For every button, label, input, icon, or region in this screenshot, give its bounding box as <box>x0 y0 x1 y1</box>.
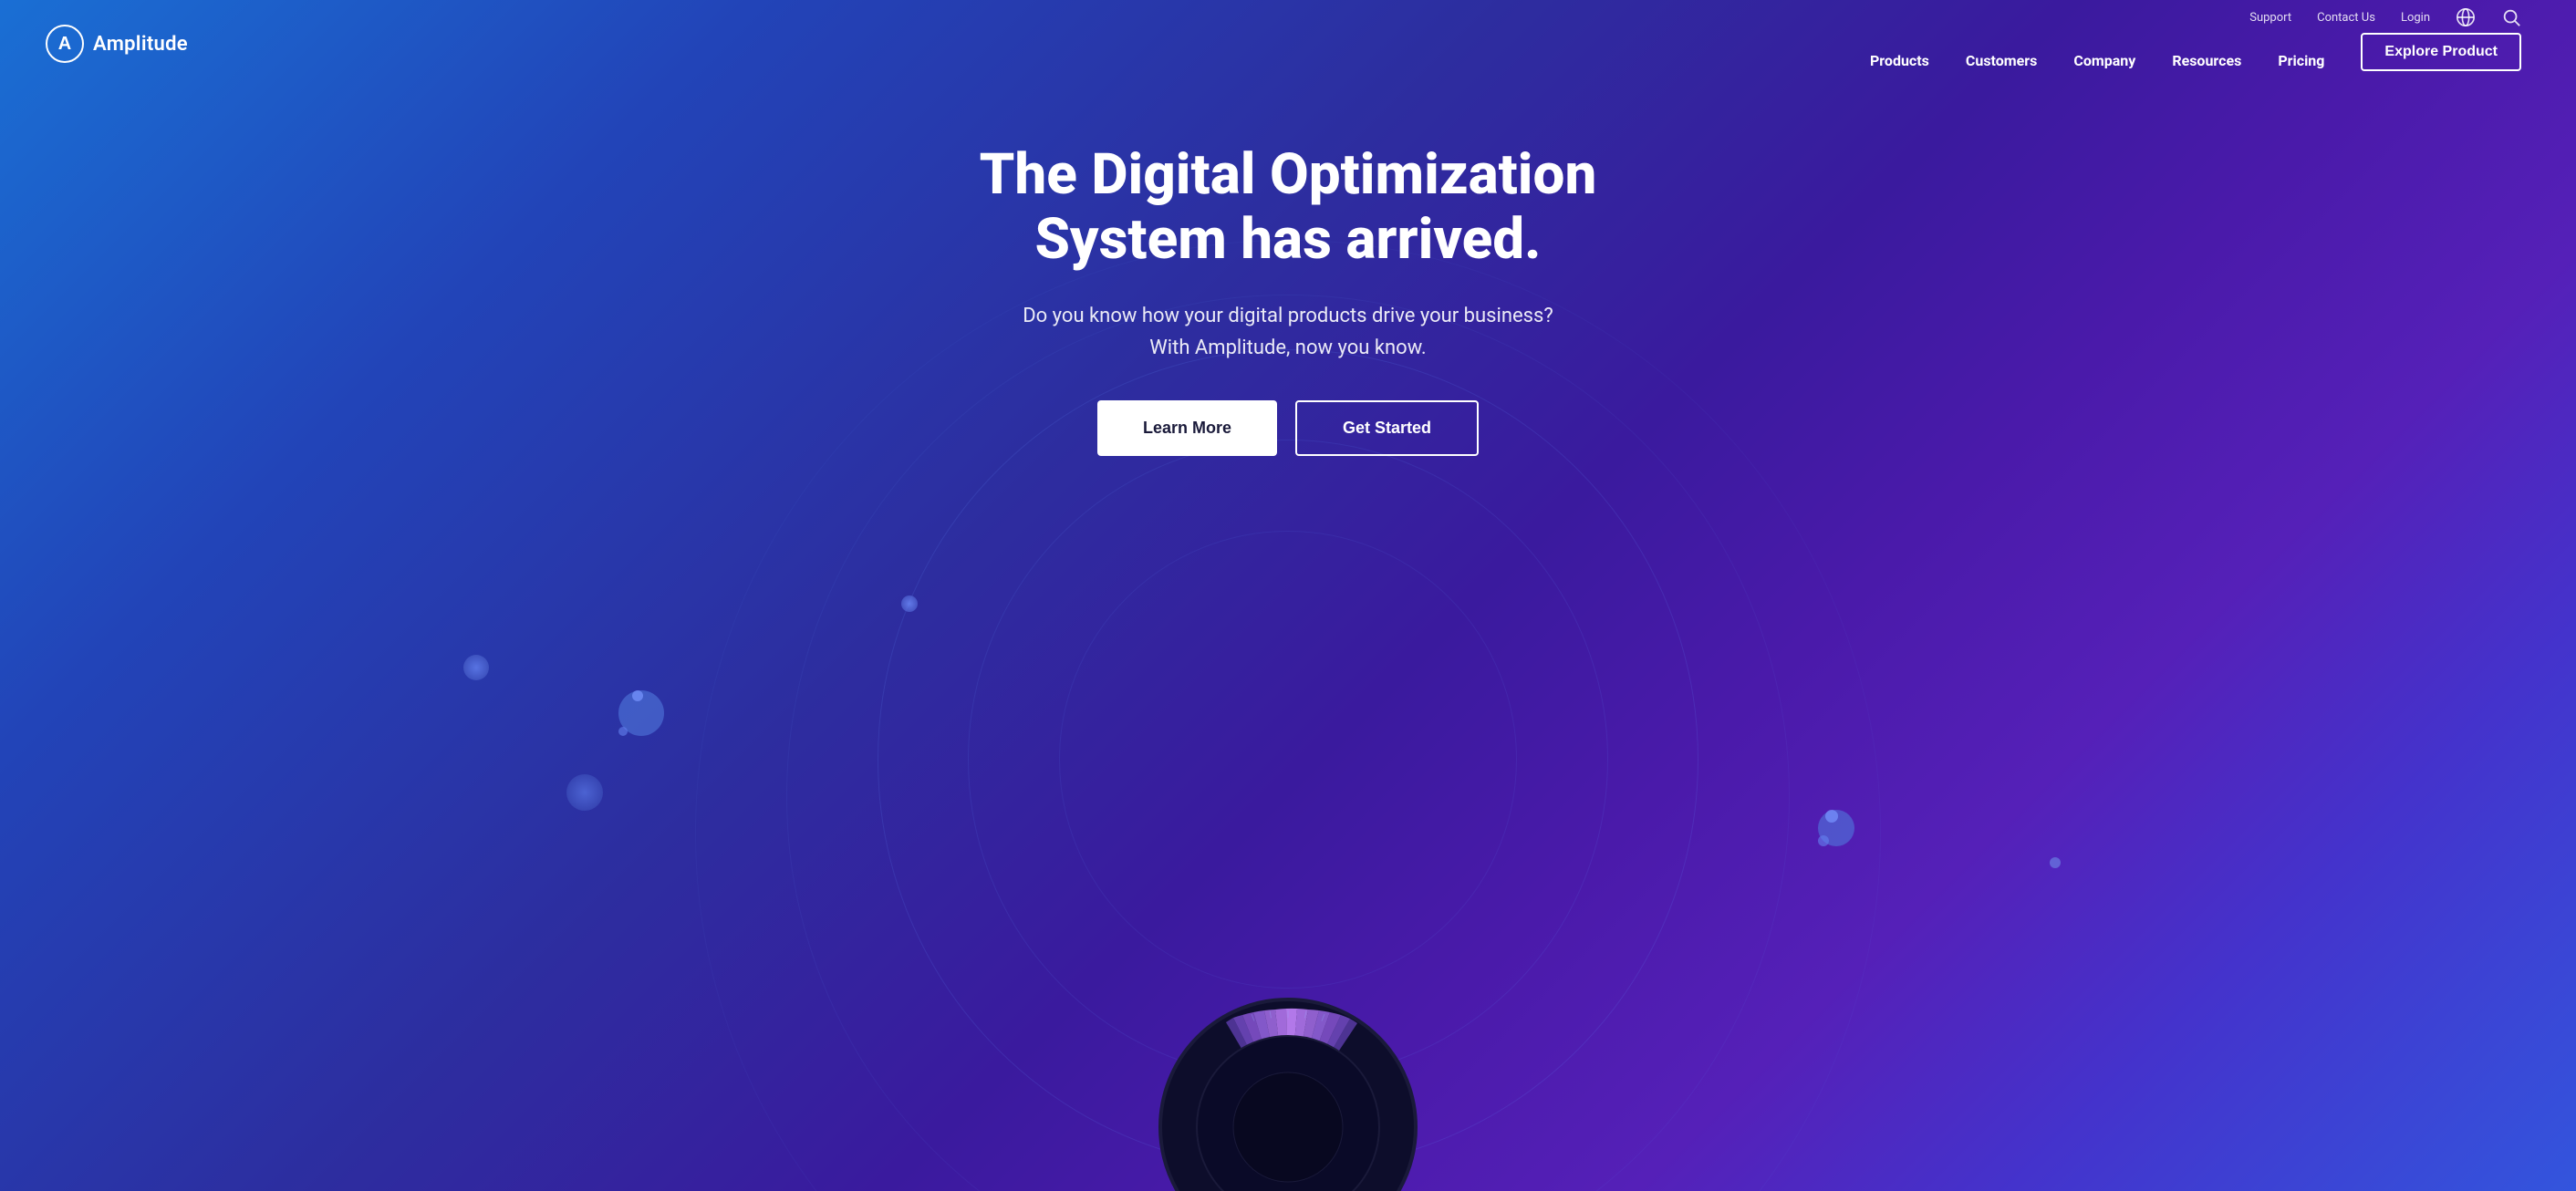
nav-item-pricing[interactable]: Pricing <box>2278 52 2324 69</box>
hero-subtitle: Do you know how your digital products dr… <box>18 300 2558 364</box>
nav-item-customers[interactable]: Customers <box>1966 52 2037 69</box>
nav-item-resources[interactable]: Resources <box>2172 52 2241 69</box>
dot-small-right <box>2050 857 2061 868</box>
dot-small-top <box>901 596 918 612</box>
page-wrapper: Support Contact Us Login A <box>0 0 2576 1191</box>
search-icon-btn[interactable] <box>2501 7 2521 27</box>
dot-1 <box>463 655 489 680</box>
login-link[interactable]: Login <box>2401 11 2430 25</box>
svg-text:A: A <box>58 34 71 54</box>
hero-cta-buttons: Learn More Get Started <box>18 400 2558 456</box>
logo[interactable]: A Amplitude <box>46 25 188 63</box>
hero-section: The Digital Optimization System has arri… <box>0 88 2576 492</box>
navbar: Support Contact Us Login A <box>0 0 2576 88</box>
learn-more-button[interactable]: Learn More <box>1097 400 1277 456</box>
hero-title: The Digital Optimization System has arri… <box>878 142 1698 273</box>
top-utility-bar: Support Contact Us Login <box>2249 7 2521 27</box>
contact-link[interactable]: Contact Us <box>2317 11 2375 25</box>
hero-subtitle-line2: With Amplitude, now you know. <box>18 332 2558 364</box>
support-link[interactable]: Support <box>2249 11 2291 25</box>
main-nav: Products Customers Company Resources Pri… <box>1870 52 2324 69</box>
bottom-dial-decoration <box>1151 990 1425 1191</box>
dot-cluster-right <box>1818 810 1854 846</box>
logo-text: Amplitude <box>93 33 188 56</box>
globe-icon-btn[interactable] <box>2456 7 2476 27</box>
nav-item-company[interactable]: Company <box>2073 52 2135 69</box>
globe-icon <box>2456 7 2476 27</box>
dot-2 <box>566 774 603 811</box>
get-started-button[interactable]: Get Started <box>1295 400 1479 456</box>
hero-subtitle-line1: Do you know how your digital products dr… <box>18 300 2558 332</box>
dot-cluster-left <box>618 690 664 736</box>
search-icon <box>2501 7 2521 27</box>
nav-item-products[interactable]: Products <box>1870 52 1929 69</box>
explore-product-button[interactable]: Explore Product <box>2361 33 2521 71</box>
amplitude-logo-icon: A <box>46 25 84 63</box>
